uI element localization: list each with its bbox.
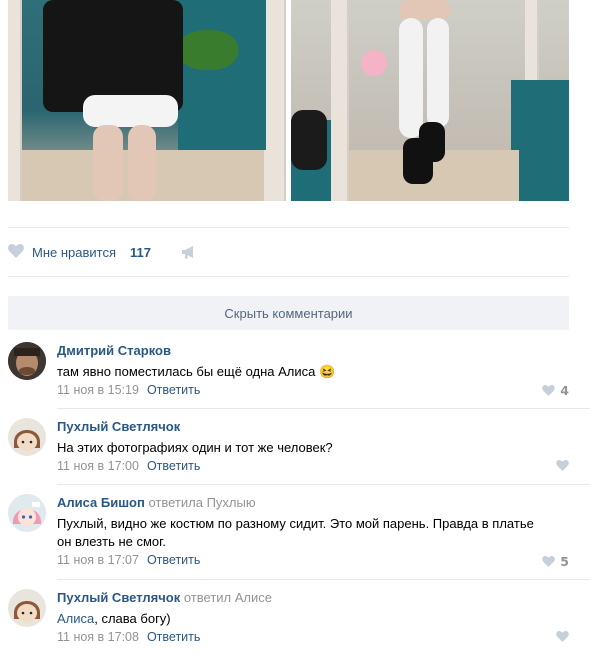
leg — [128, 125, 156, 201]
wall — [511, 80, 569, 201]
comment-author[interactable]: Пухлый Светлячок — [57, 590, 180, 605]
heart-icon — [556, 631, 569, 642]
reply-button[interactable]: Ответить — [147, 459, 200, 473]
avatar[interactable] — [8, 494, 46, 532]
heart-icon — [542, 385, 556, 396]
comment-text-body: , слава богу) — [94, 611, 171, 626]
divider — [8, 276, 569, 277]
comment-date[interactable]: 11 ноя в 17:00 — [57, 459, 139, 473]
comment-text: Пухлый, видно же костюм по разному сидит… — [57, 516, 534, 549]
comment-text: На этих фотографиях один и тот же челове… — [57, 440, 333, 455]
mention-link[interactable]: Алиса — [57, 611, 94, 626]
comment-like-count: 4 — [560, 383, 569, 398]
heart-icon[interactable] — [8, 244, 24, 260]
like-label[interactable]: Мне нравится — [32, 245, 116, 260]
comment-like-button[interactable]: 4 — [542, 383, 569, 398]
reply-to-label[interactable]: ответил Алисе — [184, 590, 272, 605]
comment-like-button[interactable] — [556, 460, 569, 471]
photo-right[interactable] — [291, 0, 569, 201]
reply-button[interactable]: Ответить — [147, 630, 200, 644]
comment-date[interactable]: 11 ноя в 17:08 — [57, 630, 139, 644]
mirror-frame — [264, 0, 286, 201]
leg — [93, 125, 123, 201]
avatar[interactable] — [8, 418, 46, 456]
comment-like-button[interactable] — [556, 631, 569, 642]
avatar[interactable] — [8, 589, 46, 627]
reply-button[interactable]: Ответить — [147, 383, 200, 397]
like-count[interactable]: 117 — [130, 245, 151, 260]
comment-text-body: там явно поместилась бы ещё одна Алиса — [57, 364, 316, 379]
rug — [178, 30, 238, 70]
comment-like-button[interactable]: 5 — [542, 554, 569, 569]
wall — [178, 0, 266, 150]
comment: Алиса Бишоп ответила Пухлыю Пухлый, видн… — [8, 494, 569, 570]
shoe — [419, 122, 445, 162]
comment-separator — [57, 408, 590, 409]
comment-author[interactable]: Дмитрий Старков — [57, 343, 171, 358]
legs-top — [399, 0, 451, 20]
comment-author[interactable]: Пухлый Светлячок — [57, 419, 180, 434]
stocking — [399, 18, 423, 138]
mirror-frame — [331, 0, 349, 201]
reply-to-label[interactable]: ответила Пухлыю — [148, 495, 255, 510]
comment-date[interactable]: 11 ноя в 17:07 — [57, 553, 139, 567]
comment-separator — [57, 579, 590, 580]
photo-left[interactable] — [8, 0, 286, 201]
comment: Дмитрий Старков там явно поместилась бы … — [8, 342, 569, 404]
dress-frill — [83, 95, 178, 127]
comment-text: Алиса, слава богу) — [57, 610, 547, 628]
plush-toy — [361, 50, 387, 76]
heart-icon — [556, 460, 569, 471]
heart-icon — [542, 556, 556, 567]
megaphone-icon[interactable] — [181, 245, 197, 259]
comment-like-count: 5 — [560, 554, 569, 569]
comment: Пухлый Светлячок ответил Алисе Алиса, сл… — [8, 589, 569, 651]
comment: Пухлый Светлячок На этих фотографиях оди… — [8, 418, 569, 480]
hide-comments-button[interactable]: Скрыть комментарии — [8, 296, 569, 330]
like-bar: Мне нравится 117 — [8, 240, 308, 264]
avatar[interactable] — [8, 342, 46, 380]
comment-author[interactable]: Алиса Бишоп — [57, 495, 145, 510]
bag — [291, 110, 327, 170]
divider — [8, 227, 569, 228]
stocking — [427, 18, 449, 128]
comment-text: там явно поместилась бы ещё одна Алиса 😆 — [57, 363, 547, 381]
reply-button[interactable]: Ответить — [147, 553, 200, 567]
comment-separator — [57, 484, 590, 485]
comment-date[interactable]: 11 ноя в 15:19 — [57, 383, 139, 397]
laughing-emoji-icon: 😆 — [319, 364, 336, 379]
post-photos — [8, 0, 569, 201]
mirror-frame — [8, 0, 22, 201]
